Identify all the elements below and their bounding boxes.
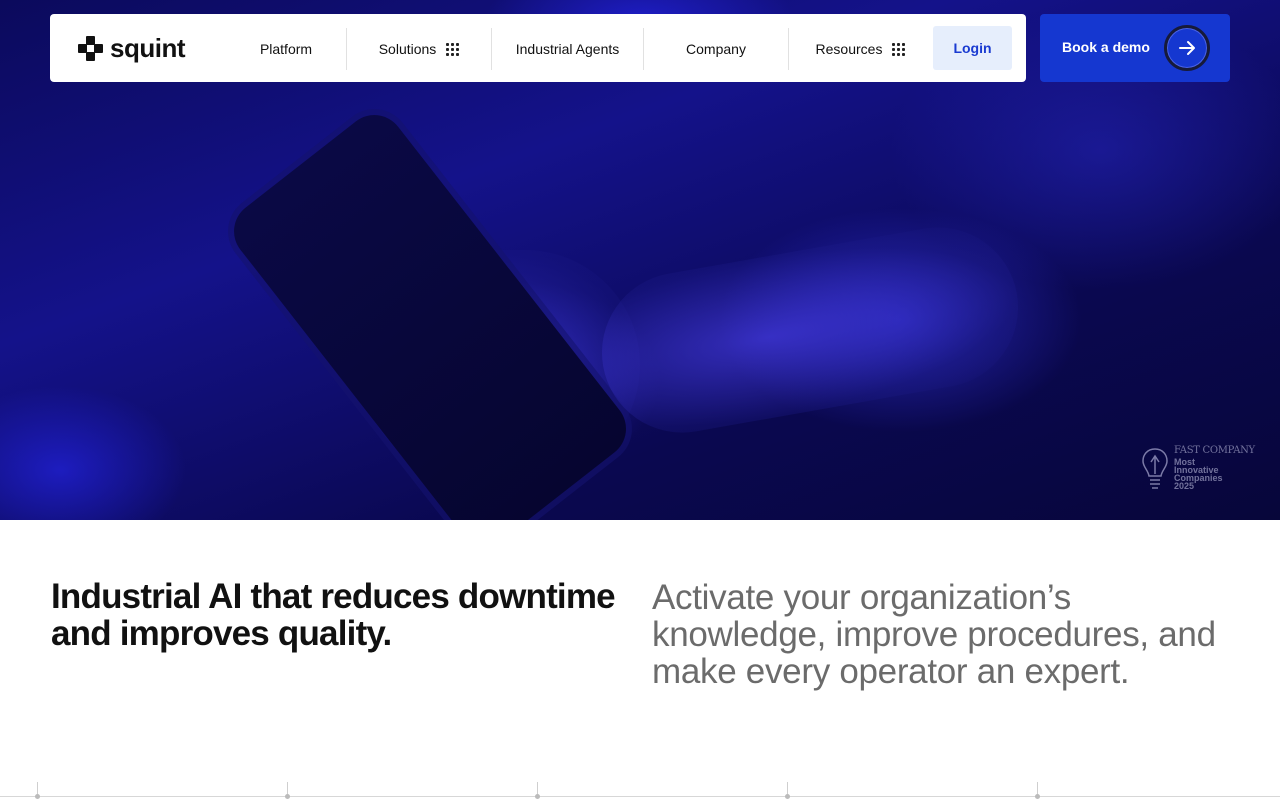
nav-resources[interactable]: Resources [789, 28, 932, 70]
login-button[interactable]: Login [933, 26, 1012, 70]
squint-logo-icon [78, 36, 104, 62]
book-demo-button[interactable]: Book a demo [1040, 14, 1230, 82]
divider-tick [1035, 782, 1040, 799]
nav-label: Solutions [378, 41, 437, 57]
nav-solutions[interactable]: Solutions [347, 28, 491, 70]
nav-label: Industrial Agents [515, 41, 620, 57]
book-demo-label: Book a demo [1062, 39, 1150, 55]
nav-company[interactable]: Company [644, 28, 788, 70]
nav-label: Company [686, 41, 746, 57]
fast-company-badge: FAST COMPANY Most Innovative Companies 2… [1140, 446, 1255, 492]
logo-link[interactable]: squint [78, 33, 186, 63]
nav-label: Platform [259, 41, 313, 57]
divider-tick [785, 782, 790, 799]
logo-text: squint [110, 33, 186, 63]
badge-brand: FAST COMPANY [1174, 445, 1255, 456]
nav-platform[interactable]: Platform [226, 28, 346, 70]
badge-line: 2025 [1174, 481, 1195, 491]
section-divider [0, 796, 1280, 797]
grid-menu-icon [446, 42, 460, 56]
divider-tick [285, 782, 290, 799]
badge-text: FAST COMPANY Most Innovative Companies 2… [1174, 446, 1255, 492]
nav-industrial-agents[interactable]: Industrial Agents [492, 28, 643, 70]
lightbulb-icon [1142, 448, 1168, 489]
grid-menu-icon [892, 42, 906, 56]
arrow-right-icon [1164, 25, 1210, 71]
divider-tick [535, 782, 540, 799]
page-subheadline: Activate your organization’s knowledge, … [652, 578, 1216, 691]
hero-hand-shape [589, 214, 1031, 446]
page-headline: Industrial AI that reduces downtime and … [51, 577, 616, 653]
divider-tick [35, 782, 40, 799]
nav-label: Resources [815, 41, 883, 57]
top-nav: squint Platform Solutions Industrial Age… [50, 14, 1026, 82]
